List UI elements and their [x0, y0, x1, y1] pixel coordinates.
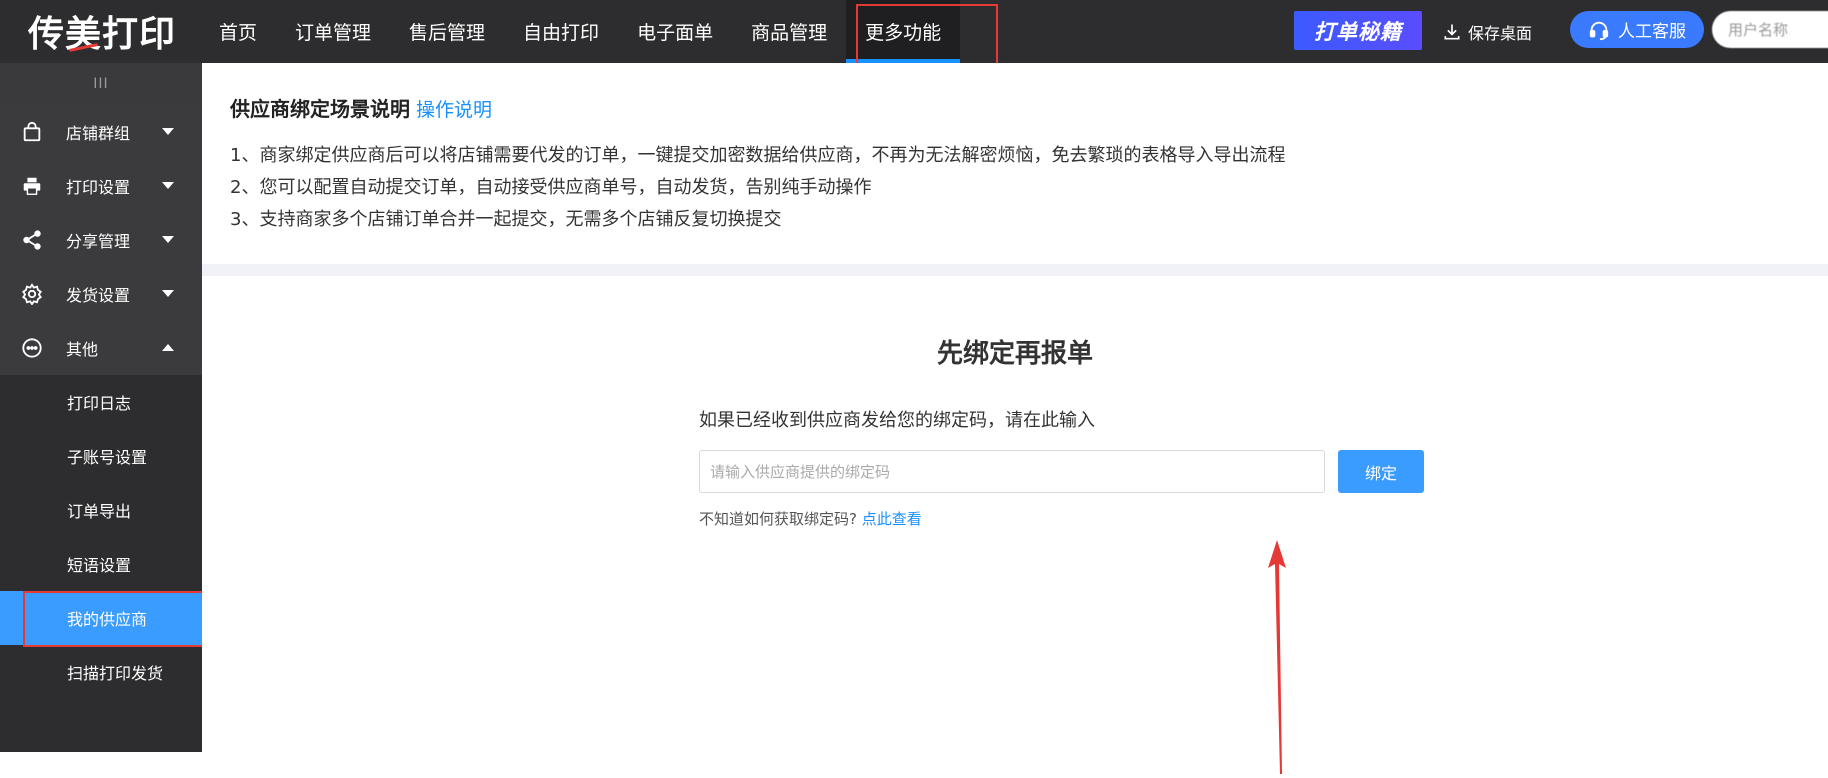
- sidebar-group-print-settings[interactable]: 打印设置: [0, 159, 202, 213]
- bind-help: 不知道如何获取绑定码? 点此查看: [699, 508, 922, 529]
- annotation-arrow-icon: [1268, 540, 1286, 774]
- bind-title: 先绑定再报单: [936, 339, 1093, 369]
- chevron-down-icon: [162, 290, 174, 297]
- bind-hint: 如果已经收到供应商发给您的绑定码，请在此输入: [699, 410, 1095, 431]
- intro-heading: 供应商绑定场景说明 操作说明: [230, 93, 1800, 122]
- more-icon: [20, 336, 44, 360]
- sidebar-group-other[interactable]: 其他: [0, 321, 202, 375]
- headset-icon: [1589, 21, 1609, 40]
- main-nav: 首页 订单管理 售后管理 自由打印 电子面单 商品管理 更多功能: [200, 0, 961, 63]
- gear-icon: [20, 282, 44, 306]
- sidebar-item-print-log[interactable]: 打印日志: [0, 375, 202, 429]
- sidebar-group-label: 店铺群组: [66, 124, 131, 143]
- logo-text-right: 打印: [102, 14, 177, 55]
- sidebar-group-shop-groups[interactable]: 店铺群组: [0, 105, 202, 159]
- printer-icon: [20, 174, 44, 198]
- shop-bag-icon: [20, 120, 44, 144]
- user-name: 用户名称: [1728, 21, 1789, 39]
- bind-help-text: 不知道如何获取绑定码?: [699, 510, 857, 528]
- sidebar-item-sub-account-settings[interactable]: 子账号设置: [0, 429, 202, 483]
- sidebar-group-share-management[interactable]: 分享管理: [0, 213, 202, 267]
- sidebar-group-label: 打印设置: [66, 178, 131, 197]
- sidebar-group-label: 其他: [66, 340, 99, 359]
- intro-line: 3、支持商家多个店铺订单合并一起提交，无需多个店铺反复切换提交: [230, 209, 782, 230]
- user-menu[interactable]: 用户名称: [1712, 11, 1828, 48]
- save-desktop-label: 保存桌面: [1468, 23, 1533, 43]
- print-tips-banner[interactable]: 打单秘籍: [1294, 11, 1422, 50]
- sidebar-group-label: 分享管理: [66, 232, 131, 251]
- main-content: 供应商绑定场景说明 操作说明 1、商家绑定供应商后可以将店铺需要代发的订单，一键…: [202, 63, 1828, 774]
- sidebar-collapse-toggle[interactable]: III: [0, 63, 202, 105]
- nav-free-print[interactable]: 自由打印: [504, 0, 618, 63]
- sidebar-item-scan-print-ship[interactable]: 扫描打印发货: [0, 645, 202, 699]
- nav-home[interactable]: 首页: [200, 0, 276, 63]
- nav-e-waybill[interactable]: 电子面单: [618, 0, 732, 63]
- intro-line: 2、您可以配置自动提交订单，自动接受供应商单号，自动发货，告别纯手动操作: [230, 177, 872, 198]
- logo-text-mid: 美: [65, 5, 102, 57]
- nav-more-features[interactable]: 更多功能: [846, 0, 961, 63]
- view-help-link[interactable]: 点此查看: [862, 510, 922, 528]
- nav-order-management[interactable]: 订单管理: [276, 0, 390, 63]
- chevron-down-icon: [162, 128, 174, 135]
- save-desktop-button[interactable]: 保存桌面: [1442, 18, 1532, 45]
- intro-line: 1、商家绑定供应商后可以将店铺需要代发的订单，一键提交加密数据给供应商，不再为无…: [230, 145, 1286, 166]
- sidebar-item-my-suppliers[interactable]: 我的供应商: [0, 591, 202, 645]
- bind-code-input[interactable]: [699, 450, 1325, 493]
- sidebar-item-order-export[interactable]: 订单导出: [0, 483, 202, 537]
- customer-service-button[interactable]: 人工客服: [1570, 11, 1704, 48]
- sidebar: III 店铺群组 打印设置 分享管理 发货设置 其他 打印日志 子账号设置 订单…: [0, 63, 202, 752]
- share-icon: [20, 228, 44, 252]
- sidebar-group-shipping-settings[interactable]: 发货设置: [0, 267, 202, 321]
- customer-service-label: 人工客服: [1618, 22, 1686, 42]
- supplier-binding-intro: 供应商绑定场景说明 操作说明 1、商家绑定供应商后可以将店铺需要代发的订单，一键…: [202, 63, 1828, 264]
- sidebar-group-label: 发货设置: [66, 286, 131, 305]
- top-bar: 传美打印 首页 订单管理 售后管理 自由打印 电子面单 商品管理 更多功能 打单…: [0, 0, 1828, 63]
- chevron-up-icon: [162, 344, 174, 351]
- sidebar-item-phrase-settings[interactable]: 短语设置: [0, 537, 202, 591]
- logo[interactable]: 传美打印: [28, 5, 177, 57]
- bind-button[interactable]: 绑定: [1338, 450, 1424, 493]
- chevron-down-icon: [162, 236, 174, 243]
- nav-after-sales[interactable]: 售后管理: [390, 0, 504, 63]
- operation-guide-link[interactable]: 操作说明: [416, 95, 492, 122]
- section-divider: [202, 264, 1828, 276]
- download-icon: [1444, 24, 1460, 39]
- nav-product-management[interactable]: 商品管理: [732, 0, 846, 63]
- logo-text-left: 传: [28, 14, 66, 55]
- intro-list: 1、商家绑定供应商后可以将店铺需要代发的订单，一键提交加密数据给供应商，不再为无…: [230, 140, 1800, 236]
- chevron-down-icon: [162, 182, 174, 189]
- intro-title: 供应商绑定场景说明: [230, 97, 410, 121]
